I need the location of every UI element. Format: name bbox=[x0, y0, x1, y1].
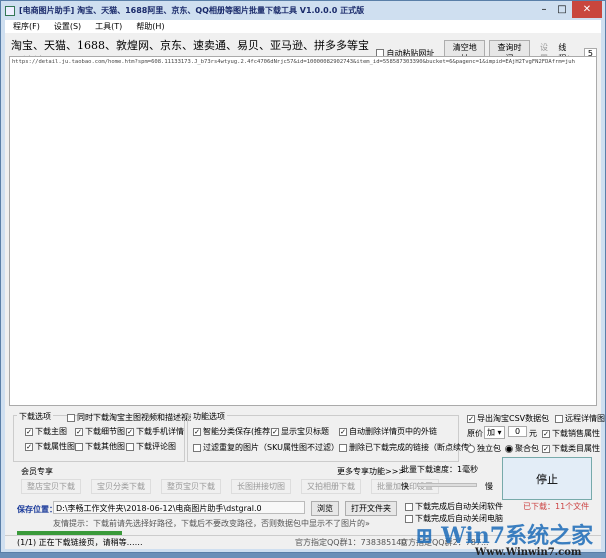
speed-label: 批量下载速度：1毫秒 bbox=[401, 465, 479, 474]
page-download-button[interactable]: 整页宝贝下载 bbox=[161, 479, 221, 494]
download-options-label: 下载选项 bbox=[17, 411, 53, 422]
app-window: [电商图片助手] 淘宝、天猫、1688阿里、京东、QQ相册等图片批量下载工具 V… bbox=[0, 0, 606, 558]
app-icon bbox=[5, 5, 15, 16]
attr-image-checkbox[interactable]: ✓ 下载属性图 bbox=[25, 441, 75, 452]
menu-help[interactable]: 帮助(H) bbox=[136, 21, 164, 32]
shop-download-button[interactable]: 整店宝贝下载 bbox=[21, 479, 81, 494]
speed-slow-label: 慢 bbox=[485, 482, 493, 491]
member-label: 会员专享 bbox=[21, 467, 53, 476]
auto-delete-links-checkbox[interactable]: ✓ 自动删除详情页中的外链 bbox=[339, 426, 437, 437]
client-area: 程序(F) 设置(S) 工具(T) 帮助(H) 淘宝、天猫、1688、敦煌网、京… bbox=[5, 20, 605, 558]
save-location-label: 保存位置： bbox=[17, 505, 57, 514]
main-image-checkbox[interactable]: ✓ 下载主图 bbox=[25, 426, 67, 437]
price-unit: 元 bbox=[529, 429, 537, 438]
browse-button[interactable]: 浏览 bbox=[311, 501, 339, 516]
long-image-button[interactable]: 长图拼接切图 bbox=[231, 479, 291, 494]
qq-group-1: 官方指定QQ群1：738385140 bbox=[295, 538, 407, 547]
price-label: 原价 bbox=[467, 429, 483, 438]
open-folder-button[interactable]: 打开文件夹 bbox=[345, 501, 397, 516]
remote-detail-checkbox[interactable]: 远程详情图 bbox=[555, 413, 605, 424]
title-bar: [电商图片助手] 淘宝、天猫、1688阿里、京东、QQ相册等图片批量下载工具 V… bbox=[1, 1, 605, 20]
tip-text: 友情提示：下载前请先选择好路径，下载后不要改变路径，否则数据包中显示不了图片的» bbox=[53, 519, 370, 528]
minimize-button[interactable]: – bbox=[536, 1, 552, 18]
status-text: (1/1) 正在下载链接页，请稍等…… bbox=[17, 538, 143, 547]
yupoo-download-button[interactable]: 又拍相册下载 bbox=[301, 479, 361, 494]
function-options-group bbox=[187, 415, 459, 462]
smart-save-checkbox[interactable]: ✓ 智能分类保存(推荐) bbox=[193, 426, 273, 437]
review-image-checkbox[interactable]: 下载评论图 bbox=[126, 441, 176, 452]
more-features-link[interactable]: 更多专享功能>>> bbox=[337, 466, 405, 477]
price-op-select[interactable]: 加 ▾ bbox=[484, 426, 505, 439]
speed-slider[interactable] bbox=[417, 483, 477, 487]
speed-fast-label: 快 bbox=[401, 482, 409, 491]
member-buttons: 整店宝贝下载 宝贝分类下载 整页宝贝下载 长图拼接切图 又拍相册下载 批量加水印… bbox=[21, 479, 439, 494]
sales-attr-checkbox[interactable]: ✓ 下载销售属性 bbox=[542, 428, 600, 439]
merged-package-radio[interactable]: ● 聚合包 bbox=[505, 443, 539, 454]
watermark-logo: ⊞ Win7系统之家 bbox=[415, 523, 594, 549]
maximize-button[interactable]: □ bbox=[554, 1, 570, 18]
filter-duplicate-checkbox[interactable]: 过滤重复的图片（SKU属性图不过滤） bbox=[193, 442, 339, 453]
price-input[interactable]: 0 bbox=[508, 426, 528, 437]
detail-image-checkbox[interactable]: ✓ 下载细节图 bbox=[75, 426, 125, 437]
menu-bar: 程序(F) 设置(S) 工具(T) 帮助(H) bbox=[5, 20, 601, 33]
show-title-checkbox[interactable]: ✓ 显示宝贝标题 bbox=[271, 426, 329, 437]
category-download-button[interactable]: 宝贝分类下载 bbox=[91, 479, 151, 494]
downloaded-count: 已下载：11个文件 bbox=[523, 502, 590, 511]
close-button[interactable]: ✕ bbox=[572, 1, 602, 18]
url-textarea[interactable]: https://detail.ju.taobao.com/home.htm?sp… bbox=[9, 56, 597, 406]
csv-export-checkbox[interactable]: ✓ 导出淘宝CSV数据包 bbox=[467, 413, 549, 424]
menu-settings[interactable]: 设置(S) bbox=[54, 21, 81, 32]
single-package-radio[interactable]: 独立包 bbox=[467, 443, 501, 454]
close-app-after-checkbox[interactable]: 下载完成后自动关闭软件 bbox=[405, 501, 503, 512]
window-title: [电商图片助手] 淘宝、天猫、1688阿里、京东、QQ相册等图片批量下载工具 V… bbox=[19, 6, 365, 15]
save-path-input[interactable]: D:\李畅工作文件夹\2018-06-12\电商图片助手\dstgral.0 bbox=[53, 501, 305, 514]
other-image-checkbox[interactable]: 下载其他图 bbox=[75, 441, 125, 452]
stop-button[interactable]: 停止 bbox=[502, 457, 592, 500]
video-checkbox[interactable]: 同时下载淘宝主图视频和描述视频 bbox=[67, 412, 197, 423]
function-options-label: 功能选项 bbox=[191, 411, 227, 422]
mobile-detail-checkbox[interactable]: ✓ 下载手机详情 bbox=[126, 426, 184, 437]
category-attr-checkbox[interactable]: ✓ 下载类目属性 bbox=[542, 443, 600, 454]
menu-program[interactable]: 程序(F) bbox=[13, 21, 40, 32]
menu-tools[interactable]: 工具(T) bbox=[95, 21, 122, 32]
delete-done-checkbox[interactable]: 删除已下载完成的链接（断点续传） bbox=[339, 442, 477, 453]
